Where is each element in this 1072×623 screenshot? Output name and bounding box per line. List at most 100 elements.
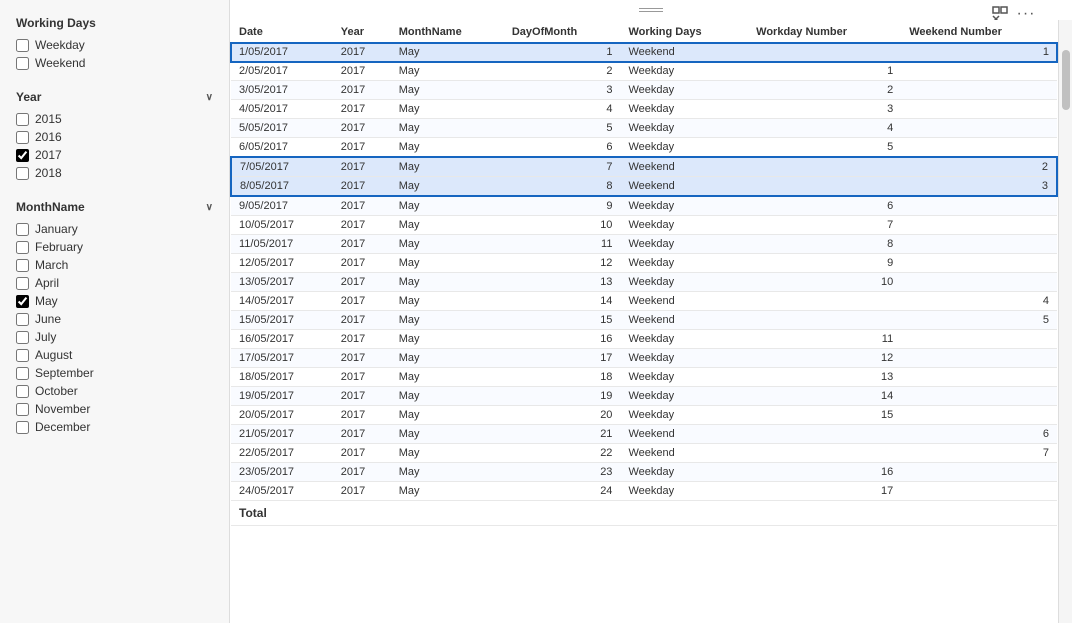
checkbox-may[interactable]: [16, 295, 29, 308]
table-cell: 20/05/2017: [231, 406, 333, 425]
table-cell: 3: [748, 100, 901, 119]
table-row[interactable]: 19/05/20172017May19Weekday14: [231, 387, 1057, 406]
checkbox-august[interactable]: [16, 349, 29, 362]
table-cell: 2017: [333, 81, 391, 100]
table-cell: May: [391, 62, 504, 81]
checkbox-october[interactable]: [16, 385, 29, 398]
table-cell: [901, 235, 1057, 254]
table-row[interactable]: 18/05/20172017May18Weekday13: [231, 368, 1057, 387]
table-row[interactable]: 14/05/20172017May14Weekend4: [231, 292, 1057, 311]
filter-item-weekend[interactable]: Weekend: [16, 54, 213, 72]
checkbox-2017[interactable]: [16, 149, 29, 162]
table-cell: 8: [748, 235, 901, 254]
checkbox-february[interactable]: [16, 241, 29, 254]
table-cell: Weekend: [620, 177, 748, 197]
filter-item-december[interactable]: December: [16, 418, 213, 436]
checkbox-2016[interactable]: [16, 131, 29, 144]
filter-item-2018[interactable]: 2018: [16, 164, 213, 182]
table-cell: 2017: [333, 216, 391, 235]
table-cell: [901, 119, 1057, 138]
table-cell: May: [391, 444, 504, 463]
filter-item-2016[interactable]: 2016: [16, 128, 213, 146]
scrollbar-area[interactable]: [1058, 20, 1072, 623]
filter-item-april[interactable]: April: [16, 274, 213, 292]
table-scroll[interactable]: Date Year MonthName DayOfMonth Working D…: [230, 20, 1058, 623]
table-cell: May: [391, 368, 504, 387]
checkbox-march[interactable]: [16, 259, 29, 272]
table-row[interactable]: 11/05/20172017May11Weekday8: [231, 235, 1057, 254]
table-cell: 3/05/2017: [231, 81, 333, 100]
table-cell: 15: [504, 311, 621, 330]
checkbox-weekend[interactable]: [16, 57, 29, 70]
table-row[interactable]: 7/05/20172017May7Weekend2: [231, 157, 1057, 177]
table-row[interactable]: 24/05/20172017May24Weekday17: [231, 482, 1057, 501]
table-row[interactable]: 15/05/20172017May15Weekend5: [231, 311, 1057, 330]
table-row[interactable]: 23/05/20172017May23Weekday16: [231, 463, 1057, 482]
filter-title-year[interactable]: Year ∨: [16, 90, 213, 104]
filter-item-august[interactable]: August: [16, 346, 213, 364]
table-row[interactable]: 4/05/20172017May4Weekday3: [231, 100, 1057, 119]
filter-item-july[interactable]: July: [16, 328, 213, 346]
table-cell: Weekday: [620, 349, 748, 368]
table-cell: 6: [748, 196, 901, 216]
table-cell: 17: [504, 349, 621, 368]
filter-item-january[interactable]: January: [16, 220, 213, 238]
filter-item-may[interactable]: May: [16, 292, 213, 310]
table-row[interactable]: 3/05/20172017May3Weekday2: [231, 81, 1057, 100]
checkbox-weekday[interactable]: [16, 39, 29, 52]
checkbox-2015[interactable]: [16, 113, 29, 126]
col-monthname: MonthName: [391, 20, 504, 43]
filter-title-monthname[interactable]: MonthName ∨: [16, 200, 213, 214]
checkbox-september[interactable]: [16, 367, 29, 380]
table-row[interactable]: 12/05/20172017May12Weekday9: [231, 254, 1057, 273]
table-cell: May: [391, 349, 504, 368]
table-header-row: Date Year MonthName DayOfMonth Working D…: [231, 20, 1057, 43]
filter-item-september[interactable]: September: [16, 364, 213, 382]
table-row[interactable]: 2/05/20172017May2Weekday1: [231, 62, 1057, 81]
filter-item-2015[interactable]: 2015: [16, 110, 213, 128]
checkbox-november[interactable]: [16, 403, 29, 416]
table-row[interactable]: 17/05/20172017May17Weekday12: [231, 349, 1057, 368]
table-cell: 8/05/2017: [231, 177, 333, 197]
table-row[interactable]: 13/05/20172017May13Weekday10: [231, 273, 1057, 292]
filter-item-june[interactable]: June: [16, 310, 213, 328]
table-row[interactable]: 22/05/20172017May22Weekend7: [231, 444, 1057, 463]
table-cell: 19: [504, 387, 621, 406]
filter-item-october[interactable]: October: [16, 382, 213, 400]
checkbox-june[interactable]: [16, 313, 29, 326]
table-row[interactable]: 1/05/20172017May1Weekend1: [231, 43, 1057, 62]
table-row[interactable]: 10/05/20172017May10Weekday7: [231, 216, 1057, 235]
filter-title-working-days[interactable]: Working Days: [16, 16, 213, 30]
table-cell: May: [391, 463, 504, 482]
checkbox-december[interactable]: [16, 421, 29, 434]
drag-handle[interactable]: [230, 0, 1072, 20]
table-cell: 17: [748, 482, 901, 501]
filter-section-working-days: Working Days Weekday Weekend: [16, 16, 213, 72]
table-row[interactable]: 20/05/20172017May20Weekday15: [231, 406, 1057, 425]
table-row[interactable]: 5/05/20172017May5Weekday4: [231, 119, 1057, 138]
filter-label-2018: 2018: [35, 166, 62, 180]
filter-item-2017[interactable]: 2017: [16, 146, 213, 164]
filter-item-march[interactable]: March: [16, 256, 213, 274]
table-cell: 24/05/2017: [231, 482, 333, 501]
table-row[interactable]: 21/05/20172017May21Weekend6: [231, 425, 1057, 444]
checkbox-january[interactable]: [16, 223, 29, 236]
table-cell: 2017: [333, 235, 391, 254]
checkbox-april[interactable]: [16, 277, 29, 290]
table-row[interactable]: 8/05/20172017May8Weekend3: [231, 177, 1057, 197]
table-container: Date Year MonthName DayOfMonth Working D…: [230, 20, 1072, 623]
table-cell: [901, 368, 1057, 387]
scrollbar-thumb[interactable]: [1062, 50, 1070, 110]
table-row[interactable]: 6/05/20172017May6Weekday5: [231, 138, 1057, 158]
drag-handle-icon: [639, 8, 663, 12]
table-row[interactable]: 9/05/20172017May9Weekday6: [231, 196, 1057, 216]
table-cell: 13: [504, 273, 621, 292]
filter-item-weekday[interactable]: Weekday: [16, 36, 213, 54]
total-label: Total: [231, 501, 1057, 526]
checkbox-july[interactable]: [16, 331, 29, 344]
table-cell: May: [391, 330, 504, 349]
table-row[interactable]: 16/05/20172017May16Weekday11: [231, 330, 1057, 349]
checkbox-2018[interactable]: [16, 167, 29, 180]
filter-item-november[interactable]: November: [16, 400, 213, 418]
filter-item-february[interactable]: February: [16, 238, 213, 256]
